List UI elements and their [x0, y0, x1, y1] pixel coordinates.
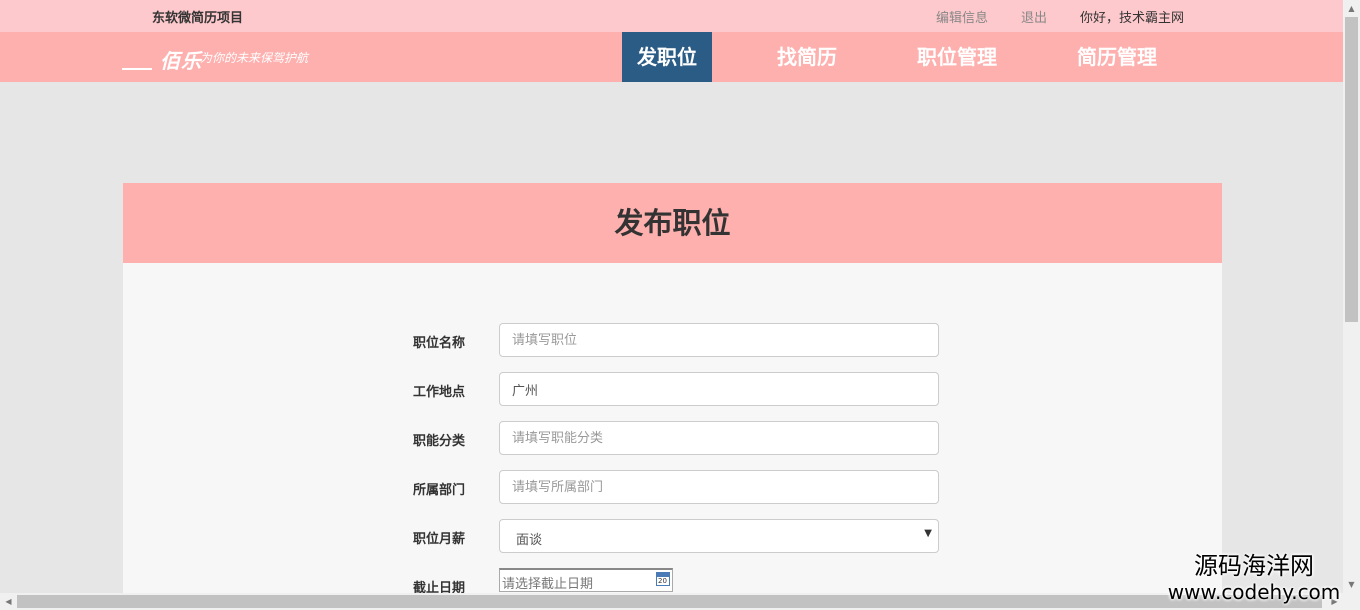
scroll-up-arrow-icon[interactable]: ▲: [1343, 0, 1360, 17]
department-label: 所属部门: [413, 483, 466, 498]
page-title: 发布职位: [614, 206, 731, 240]
user-greeting: 你好，技术霸主网: [1080, 11, 1185, 26]
nav-post-job[interactable]: 发职位: [622, 32, 712, 82]
edit-info-link[interactable]: 编辑信息: [936, 7, 988, 26]
vertical-scrollbar[interactable]: ▲ ▼: [1343, 0, 1360, 593]
site-logo[interactable]: 佰乐 为你的未来保驾护航: [122, 44, 322, 73]
logout-link[interactable]: 退出: [1021, 7, 1047, 26]
scroll-left-arrow-icon[interactable]: ◀: [0, 593, 17, 610]
chevron-down-icon: ▼: [924, 528, 932, 539]
deadline-placeholder: 请选择截止日期: [502, 577, 594, 592]
project-name: 东软微简历项目: [152, 11, 244, 26]
logo-line: [122, 68, 152, 70]
deadline-date-input[interactable]: 请选择截止日期 20: [499, 568, 673, 592]
main-navbar: 佰乐 为你的未来保驾护航 发职位 找简历 职位管理 简历管理: [0, 32, 1343, 82]
location-input[interactable]: [499, 372, 939, 406]
salary-selected-value: 面谈: [516, 533, 543, 548]
category-input[interactable]: [499, 421, 939, 455]
vertical-scroll-thumb[interactable]: [1345, 17, 1358, 322]
watermark: 源码海洋网 www.codehy.com: [1148, 552, 1360, 604]
watermark-line1: 源码海洋网: [1194, 552, 1314, 580]
nav-resume-management[interactable]: 简历管理: [1067, 32, 1167, 82]
logo-slogan: 为你的未来保驾护航: [200, 51, 309, 65]
job-name-label: 职位名称: [413, 336, 466, 351]
category-label: 职能分类: [413, 434, 466, 449]
location-label: 工作地点: [413, 385, 466, 400]
salary-label: 职位月薪: [413, 532, 466, 547]
top-bar: 东软微简历项目 编辑信息 退出 你好，技术霸主网: [0, 0, 1343, 32]
nav-find-resume[interactable]: 找简历: [762, 32, 852, 82]
calendar-icon-day: 20: [658, 577, 667, 585]
logo-brand: 佰乐: [160, 49, 202, 73]
job-name-input[interactable]: [499, 323, 939, 357]
nav-job-management[interactable]: 职位管理: [907, 32, 1007, 82]
department-input[interactable]: [499, 470, 939, 504]
horizontal-scroll-thumb[interactable]: [17, 595, 1322, 608]
watermark-line2: www.codehy.com: [1167, 580, 1341, 604]
panel-header: 发布职位: [123, 183, 1222, 263]
salary-select[interactable]: 面谈 ▼: [499, 519, 939, 553]
calendar-icon[interactable]: 20: [656, 572, 670, 586]
